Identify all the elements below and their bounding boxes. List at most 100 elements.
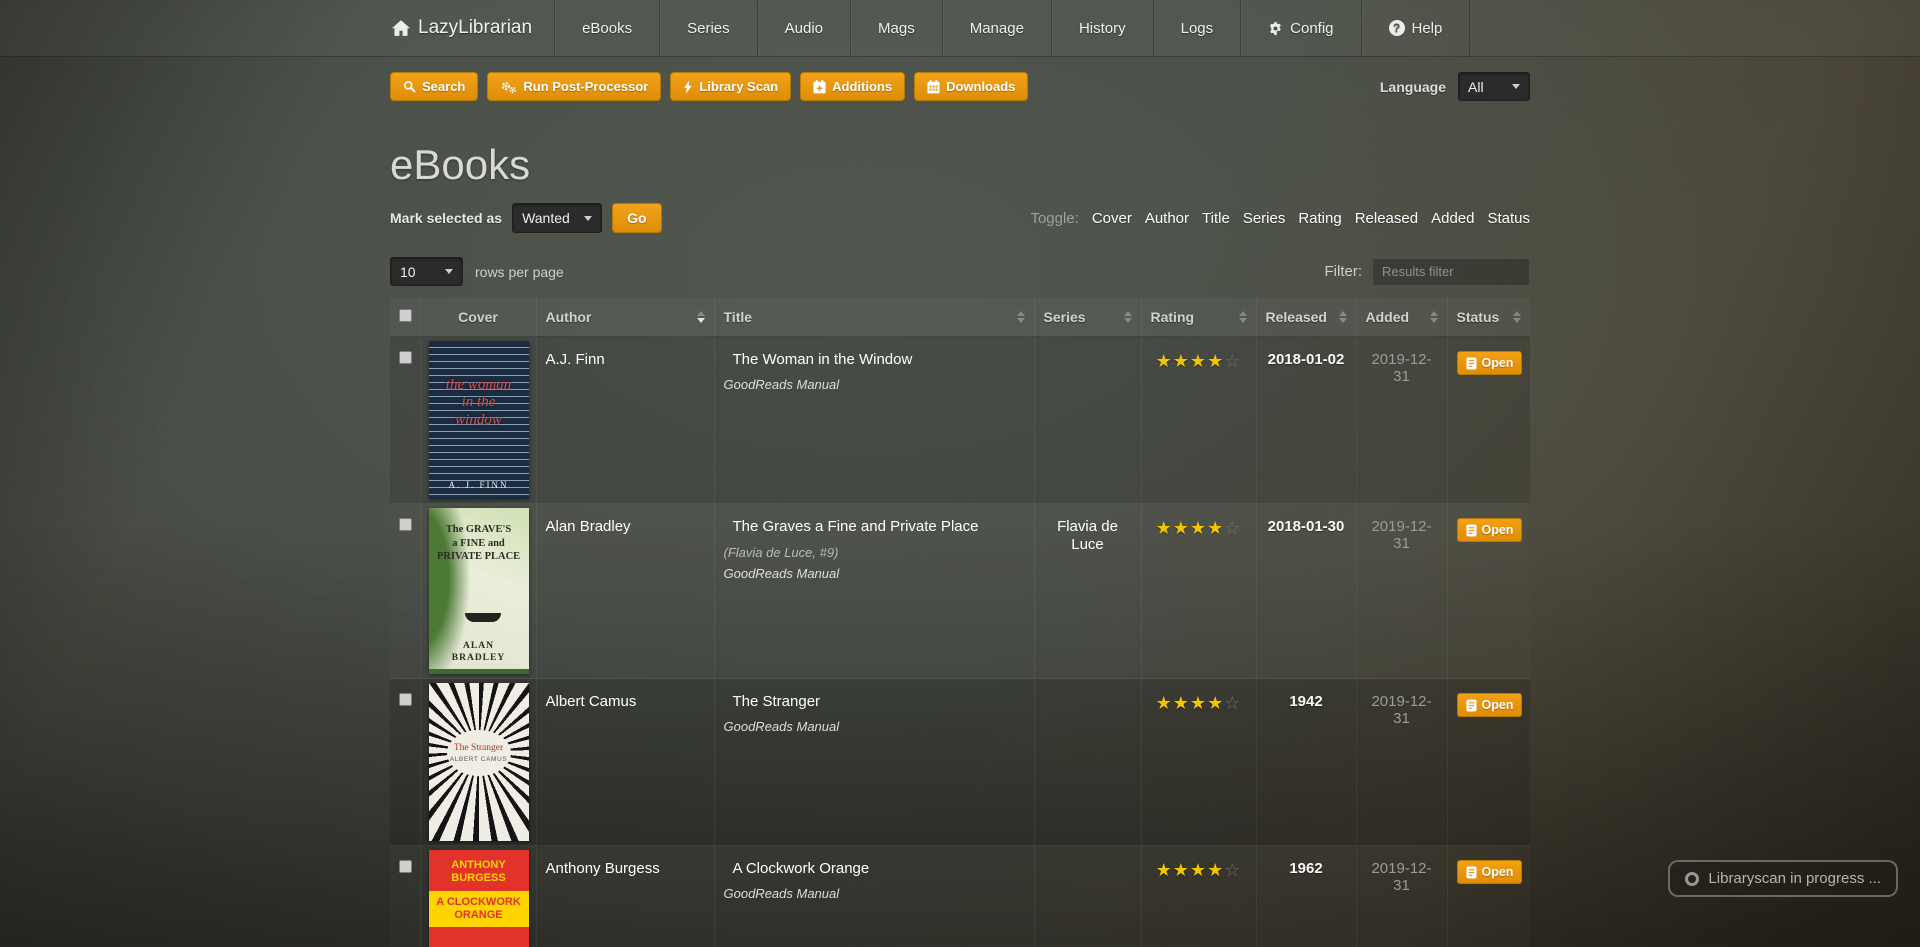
book-icon [1466, 524, 1477, 537]
toggle-label: Toggle: [1030, 210, 1078, 227]
table-row: the woman in the window A. J. FINN A.J. … [390, 337, 1530, 504]
sort-icon [1239, 311, 1247, 323]
title-link[interactable]: A Clockwork Orange [733, 860, 870, 877]
toggle-author[interactable]: Author [1145, 210, 1189, 227]
title-cell: The Graves a Fine and Private Place (Fla… [714, 504, 1034, 679]
rows-per-page-group: 10 rows per page [390, 257, 564, 286]
open-button[interactable]: Open [1457, 518, 1523, 542]
title-link[interactable]: The Woman in the Window [733, 351, 913, 368]
author-cell: A.J. Finn [536, 337, 714, 504]
open-button[interactable]: Open [1457, 693, 1523, 717]
col-header-rating-label: Rating [1151, 309, 1195, 325]
run-post-processor-button[interactable]: Run Post-Processor [487, 72, 661, 101]
toggle-rating[interactable]: Rating [1298, 210, 1341, 227]
sort-icon [697, 311, 705, 323]
toggle-title[interactable]: Title [1202, 210, 1230, 227]
series-cell [1034, 846, 1141, 947]
book-cover[interactable]: the woman in the window A. J. FINN [429, 341, 529, 499]
title-source: GoodReads Manual [724, 377, 1025, 392]
row-checkbox[interactable] [399, 860, 412, 873]
open-button[interactable]: Open [1457, 351, 1523, 375]
nav-item-history[interactable]: History [1051, 0, 1153, 56]
nav-item-audio[interactable]: Audio [757, 0, 850, 56]
book-icon [1466, 699, 1477, 712]
series-link[interactable]: Flavia de Luce [1057, 518, 1118, 553]
book-cover[interactable]: The Stranger ALBERT CAMUS [429, 683, 529, 841]
brand-label: LazyLibrarian [418, 17, 532, 39]
nav-item-manage[interactable]: Manage [942, 0, 1051, 56]
nav-item-config[interactable]: Config [1240, 0, 1360, 56]
author-link[interactable]: Albert Camus [546, 693, 637, 710]
col-header-title[interactable]: Title [714, 298, 1034, 337]
cover-title-text: A CLOCKWORK ORANGE [429, 891, 529, 926]
star-empty: ☆ [1224, 518, 1241, 539]
star-empty: ☆ [1224, 693, 1241, 714]
filter-group: Filter: [1325, 258, 1531, 286]
open-button[interactable]: Open [1457, 860, 1523, 884]
status-cell: Open [1447, 846, 1530, 947]
added-cell: 2019-12-31 [1356, 846, 1447, 947]
brand-home-link[interactable]: LazyLibrarian [390, 0, 554, 56]
added-cell: 2019-12-31 [1356, 337, 1447, 504]
col-header-released[interactable]: Released [1256, 298, 1356, 337]
nav-item-logs[interactable]: Logs [1153, 0, 1241, 56]
select-all-checkbox[interactable] [399, 309, 412, 322]
search-button[interactable]: Search [390, 72, 478, 101]
rows-per-page-select[interactable]: 10 [390, 257, 463, 286]
title-link[interactable]: The Stranger [733, 693, 821, 710]
nav-item-help-label: Help [1412, 20, 1443, 37]
nav-item-ebooks[interactable]: eBooks [554, 0, 659, 56]
toggle-status[interactable]: Status [1487, 210, 1530, 227]
row-checkbox[interactable] [399, 518, 412, 531]
col-header-series[interactable]: Series [1034, 298, 1141, 337]
library-scan-button[interactable]: Library Scan [670, 72, 791, 101]
toggle-series[interactable]: Series [1243, 210, 1286, 227]
cover-art: The Stranger ALBERT CAMUS [447, 730, 511, 776]
go-button[interactable]: Go [612, 203, 661, 233]
rating-cell: ★★★★☆ [1141, 337, 1256, 504]
nav-item-series[interactable]: Series [659, 0, 757, 56]
mark-selected-label: Mark selected as [390, 210, 502, 226]
author-link[interactable]: Alan Bradley [546, 518, 631, 535]
book-cover[interactable]: ANTHONY BURGESS A CLOCKWORK ORANGE [429, 850, 529, 947]
title-link[interactable]: The Graves a Fine and Private Place [733, 518, 979, 535]
cover-art [429, 669, 529, 674]
col-header-added[interactable]: Added [1356, 298, 1447, 337]
author-link[interactable]: Anthony Burgess [546, 860, 660, 877]
toolbar-buttons: Search Run Post-Processor Library Scan A… [390, 72, 1028, 101]
row-checkbox[interactable] [399, 693, 412, 706]
language-select[interactable]: All [1458, 72, 1530, 101]
cogs-icon [500, 80, 517, 94]
nav-item-config-label: Config [1290, 20, 1333, 37]
spinner-icon [1685, 872, 1699, 886]
row-checkbox[interactable] [399, 351, 412, 364]
navbar: LazyLibrarian eBooks Series Audio Mags M… [0, 0, 1920, 57]
toggle-added[interactable]: Added [1431, 210, 1474, 227]
author-link[interactable]: A.J. Finn [546, 351, 605, 368]
mark-as-select[interactable]: Wanted [512, 203, 602, 233]
series-cell [1034, 679, 1141, 846]
title-cell: The Stranger GoodReads Manual [714, 679, 1034, 846]
col-header-status-label: Status [1457, 309, 1500, 325]
additions-button[interactable]: Additions [800, 72, 905, 101]
toggle-cover[interactable]: Cover [1092, 210, 1132, 227]
sort-icon [1017, 311, 1025, 323]
title-source: GoodReads Manual [724, 886, 1025, 901]
released-cell: 2018-01-02 [1256, 337, 1356, 504]
col-header-status[interactable]: Status [1447, 298, 1530, 337]
col-header-cover[interactable]: Cover [420, 298, 536, 337]
results-filter-input[interactable] [1372, 258, 1530, 286]
row-select-cell [390, 337, 420, 504]
nav-item-help[interactable]: ? Help [1361, 0, 1471, 56]
cover-author-text: ALBERT CAMUS [450, 756, 508, 763]
cover-cell: the woman in the window A. J. FINN [420, 337, 536, 504]
col-header-rating[interactable]: Rating [1141, 298, 1256, 337]
toggle-released[interactable]: Released [1355, 210, 1418, 227]
downloads-button[interactable]: Downloads [914, 72, 1028, 101]
col-header-author[interactable]: Author [536, 298, 714, 337]
toast-message: Libraryscan in progress ... [1708, 870, 1881, 887]
book-cover[interactable]: The GRAVE'S a FINE and PRIVATE PLACE ALA… [429, 508, 529, 674]
nav-item-mags[interactable]: Mags [850, 0, 942, 56]
star-rating: ★★★★☆ [1156, 518, 1242, 539]
gear-icon [1268, 21, 1283, 36]
